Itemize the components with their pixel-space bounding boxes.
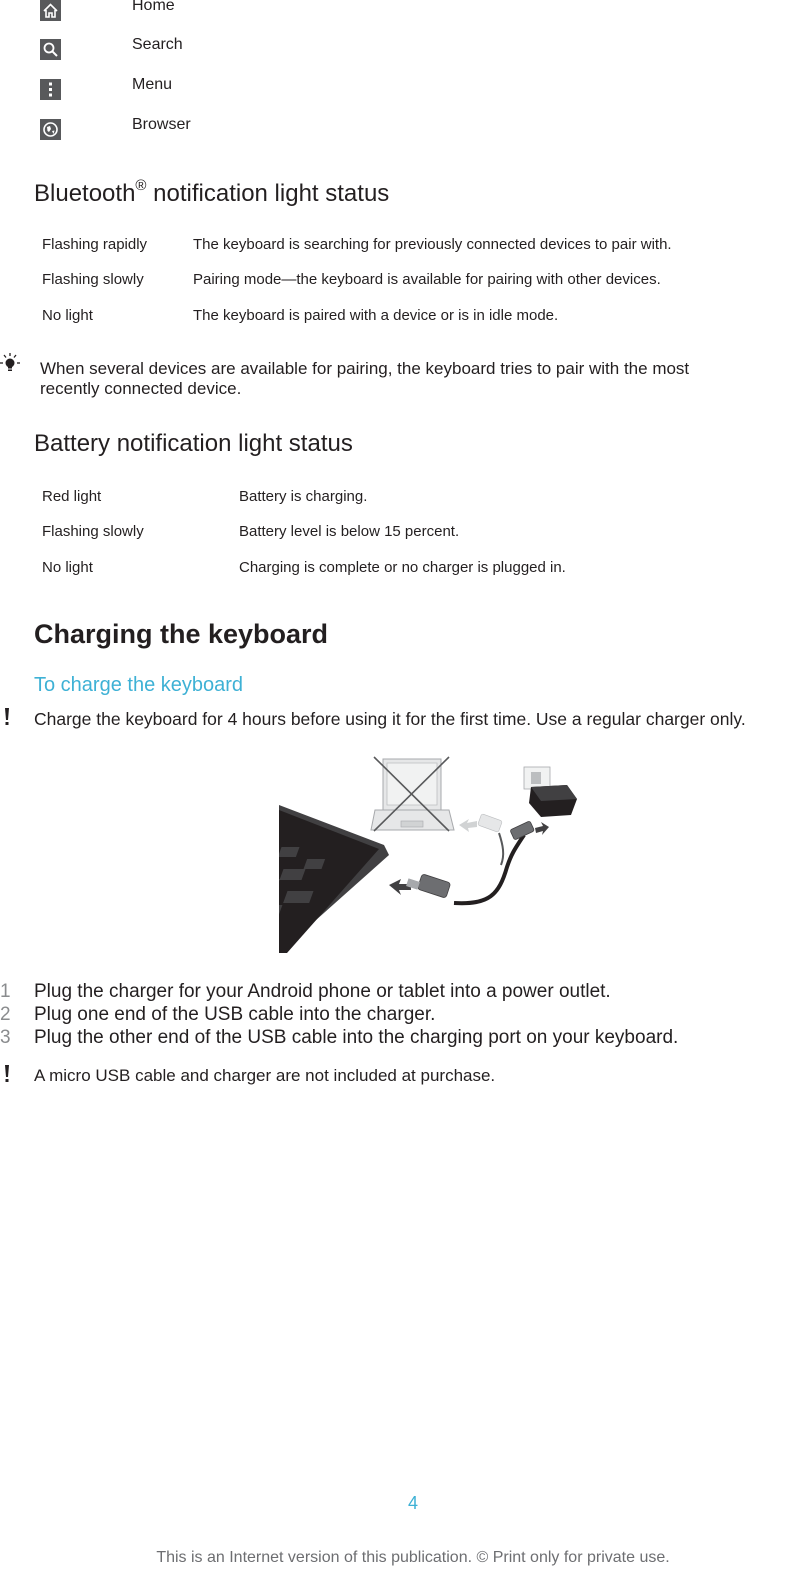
step-text: Plug the charger for your Android phone …: [34, 981, 611, 1002]
keyboard-charging-illustration: [247, 755, 581, 953]
browser-icon: [40, 119, 61, 140]
status-meaning: The keyboard is paired with a device or …: [193, 307, 559, 324]
step-text: Plug one end of the USB cable into the c…: [34, 1004, 436, 1025]
footer-notice: This is an Internet version of this publ…: [156, 1549, 670, 1566]
charger-image: [523, 766, 577, 817]
laptop-image: [370, 756, 455, 832]
tip-text-line1: When several devices are available for p…: [40, 359, 690, 378]
status-meaning: Pairing mode—the keyboard is available f…: [193, 271, 661, 288]
title-text-rest: notification light status: [146, 180, 390, 207]
step-number: 1: [0, 981, 11, 1002]
status-state: Flashing rapidly: [42, 236, 148, 253]
bluetooth-section-title: Bluetooth® notification light status: [34, 177, 390, 208]
status-meaning: Battery level is below 15 percent.: [239, 523, 460, 540]
charging-section-title: Charging the keyboard: [34, 619, 329, 649]
charging-note-text: A micro USB cable and charger are not in…: [34, 1066, 496, 1085]
menu-icon: [40, 79, 61, 100]
key-label: Menu: [132, 76, 173, 93]
battery-section-title: Battery notification light status: [34, 430, 353, 457]
registered-mark: ®: [135, 177, 147, 194]
page-number: 4: [407, 1493, 418, 1513]
status-state: No light: [42, 307, 93, 324]
key-label: Browser: [132, 116, 191, 133]
status-meaning: Battery is charging.: [239, 488, 368, 505]
charging-warning-text: Charge the keyboard for 4 hours before u…: [34, 709, 746, 729]
home-icon: [40, 0, 61, 21]
step-number: 3: [0, 1027, 11, 1048]
status-state: Flashing slowly: [42, 271, 144, 288]
search-icon: [40, 39, 61, 60]
status-state: No light: [42, 559, 93, 576]
status-state: Red light: [42, 488, 102, 505]
tip-lightbulb-icon: [0, 352, 22, 376]
status-meaning: Charging is complete or no charger is pl…: [239, 559, 566, 576]
step-number: 2: [0, 1004, 11, 1025]
title-text: Bluetooth: [34, 180, 136, 207]
status-state: Flashing slowly: [42, 523, 144, 540]
charging-subtitle: To charge the keyboard: [34, 674, 244, 696]
note-exclamation-icon: [2, 1063, 12, 1085]
warning-exclamation-icon: [2, 706, 12, 728]
step-text: Plug the other end of the USB cable into…: [34, 1027, 679, 1048]
tip-text-line2: recently connected device.: [40, 379, 242, 398]
status-meaning: The keyboard is searching for previously…: [193, 236, 672, 253]
key-label: Home: [132, 0, 175, 14]
key-label: Search: [132, 36, 183, 53]
